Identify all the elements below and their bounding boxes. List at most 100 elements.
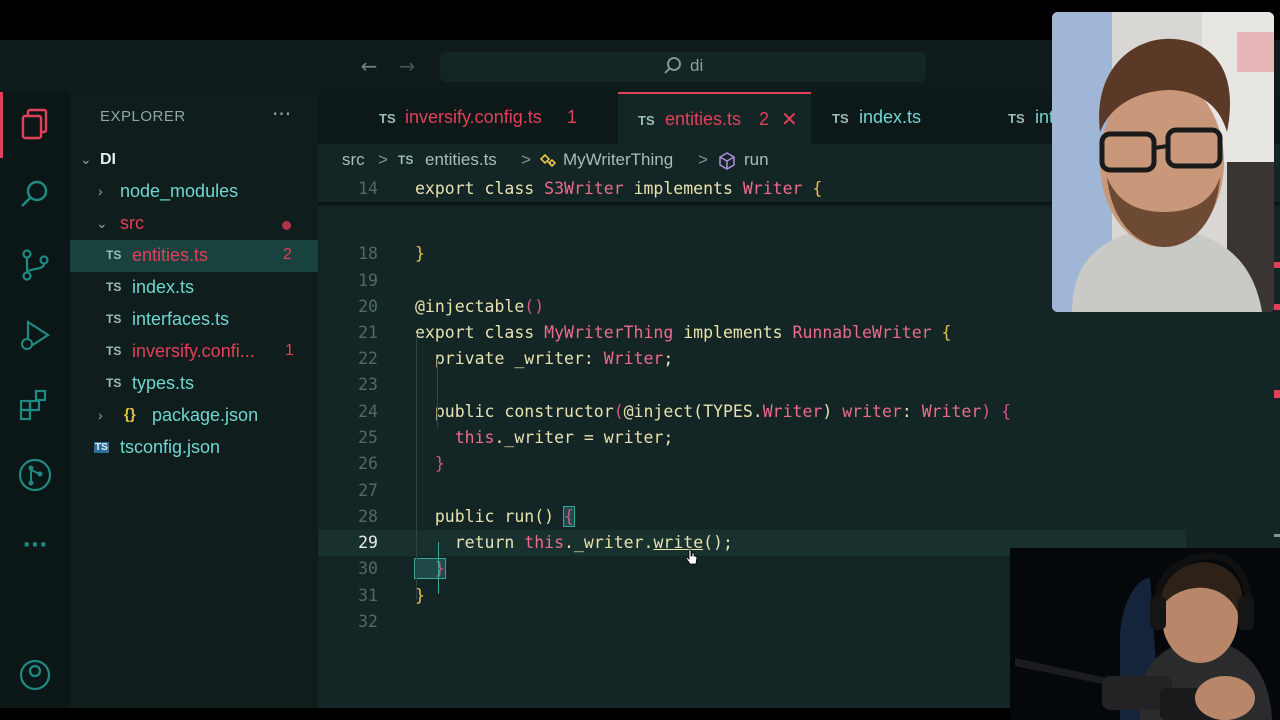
line-number: 18	[358, 244, 378, 263]
command-center-text: di	[690, 56, 704, 75]
close-icon[interactable]: ✕	[781, 107, 798, 132]
code-token: {	[563, 506, 575, 527]
tree-item-tsconfig[interactable]: TS tsconfig.json	[70, 432, 318, 464]
account-icon[interactable]	[0, 642, 70, 708]
code-token: }	[414, 558, 446, 579]
tab-index[interactable]: TS index.ts	[811, 92, 987, 144]
webcam-overlay-bottom	[1010, 548, 1280, 720]
code-text: }	[414, 556, 446, 582]
code-token: export	[415, 323, 485, 342]
code-text: }	[415, 241, 425, 267]
more-actions-icon[interactable]: ···	[272, 102, 291, 126]
code-token: ()	[534, 507, 565, 526]
line-number: 24	[358, 402, 378, 421]
command-center-search[interactable]: di	[440, 52, 926, 82]
line-number: 23	[358, 375, 378, 394]
code-text: }	[415, 451, 445, 477]
chevron-right-icon: ›	[98, 407, 103, 423]
code-token: writer	[842, 402, 902, 421]
line-number: 14	[358, 179, 378, 198]
code-text: @injectable()	[415, 294, 544, 320]
tree-item-entities[interactable]: TS entities.ts 2	[70, 240, 318, 272]
code-token: Writer	[921, 402, 982, 421]
code-token: implements	[683, 323, 793, 342]
code-token: Writer	[742, 179, 813, 198]
breadcrumb-method[interactable]: run	[744, 150, 769, 170]
explorer-title: EXPLORER	[100, 108, 186, 125]
code-token: class	[484, 323, 545, 342]
code-token: _writer	[514, 349, 584, 368]
line-number: 27	[358, 481, 378, 500]
line-number: 29	[358, 533, 378, 552]
code-line[interactable]: 28 public run() {	[318, 504, 1280, 530]
indent-guide	[437, 359, 438, 429]
streamer-desk-camera-image	[1010, 548, 1280, 720]
code-line[interactable]: 26 }	[318, 451, 1280, 477]
code-token: :	[901, 402, 922, 421]
tree-item-inversify-config[interactable]: TS inversify.confi... 1	[70, 336, 318, 368]
code-token: Writer	[603, 349, 664, 368]
search-icon	[664, 57, 681, 74]
run-debug-icon[interactable]	[0, 302, 70, 368]
code-text: public run() {	[415, 504, 575, 530]
code-line[interactable]: 23	[318, 372, 1280, 398]
chevron-down-icon: ⌄	[80, 151, 92, 167]
code-token: .	[494, 428, 505, 447]
more-icon[interactable]: ···	[0, 512, 70, 578]
problem-count: 1	[285, 342, 294, 359]
tab-entities[interactable]: TS entities.ts 2 ✕	[618, 92, 811, 144]
tab-inversify-config[interactable]: TS inversify.config.ts 1	[318, 92, 618, 144]
arrow-left-icon[interactable]: ←	[357, 54, 381, 78]
code-token: {	[1001, 402, 1012, 421]
code-token: private	[415, 349, 515, 368]
code-line[interactable]: 27	[318, 478, 1280, 504]
typescript-icon: TS	[398, 153, 414, 167]
git-graph-icon[interactable]	[0, 442, 70, 508]
code-line[interactable]: 25 this._writer = writer;	[318, 425, 1280, 451]
code-line[interactable]: 24 public constructor(@inject(TYPES.Writ…	[318, 399, 1280, 425]
breadcrumb-separator: >	[698, 150, 708, 169]
tree-item-types[interactable]: TS types.ts	[70, 368, 318, 400]
code-text: export class MyWriterThing implements Ru…	[415, 320, 951, 346]
code-token: (	[613, 402, 624, 421]
tsconfig-icon: TS	[94, 442, 109, 453]
tree-item-node-modules[interactable]: › node_modules	[70, 176, 318, 208]
tree-item-package-json[interactable]: › {} package.json	[70, 400, 318, 432]
files-icon[interactable]	[0, 92, 70, 158]
breadcrumb-class[interactable]: MyWriterThing	[563, 150, 673, 170]
code-token: TYPES.	[703, 402, 763, 421]
tree-root-di[interactable]: ⌄ DI	[70, 144, 318, 176]
line-number: 21	[358, 323, 378, 342]
typescript-icon: TS	[106, 280, 122, 294]
code-token: ;	[663, 428, 674, 447]
code-token: this	[524, 533, 565, 552]
tree-item-interfaces[interactable]: TS interfaces.ts	[70, 304, 318, 336]
method-icon	[719, 152, 735, 170]
code-text: export class S3Writer implements Writer …	[415, 176, 822, 202]
breadcrumb-folder[interactable]: src	[342, 150, 365, 170]
code-token: writer	[603, 428, 664, 447]
code-token: ;	[663, 349, 674, 368]
line-number: 20	[358, 297, 378, 316]
code-line[interactable]: 22 private _writer: Writer;	[318, 346, 1280, 372]
code-token: Writer	[762, 402, 823, 421]
breadcrumb-file[interactable]: entities.ts	[425, 150, 497, 170]
code-token: this	[415, 428, 495, 447]
typescript-icon: TS	[1008, 111, 1025, 126]
tree-item-index[interactable]: TS index.ts	[70, 272, 318, 304]
arrow-right-icon[interactable]: →	[395, 54, 419, 78]
code-token: return	[415, 533, 525, 552]
code-token: }	[415, 244, 425, 263]
code-token: public	[415, 507, 505, 526]
extensions-icon[interactable]	[0, 372, 70, 438]
typescript-icon: TS	[832, 111, 849, 126]
code-token: @inject	[623, 402, 694, 421]
code-text: public constructor(@inject(TYPES.Writer)…	[415, 399, 1011, 425]
code-token: .	[564, 533, 574, 552]
tree-item-src[interactable]: ⌄ src	[70, 208, 318, 240]
source-control-icon[interactable]	[0, 232, 70, 298]
explorer-sidebar: EXPLORER ··· ⌄ DI › node_modules ⌄ src T…	[70, 92, 318, 708]
problem-count: 2	[283, 246, 292, 263]
code-line[interactable]: 21 export class MyWriterThing implements …	[318, 320, 1280, 346]
search-icon[interactable]	[0, 162, 70, 228]
